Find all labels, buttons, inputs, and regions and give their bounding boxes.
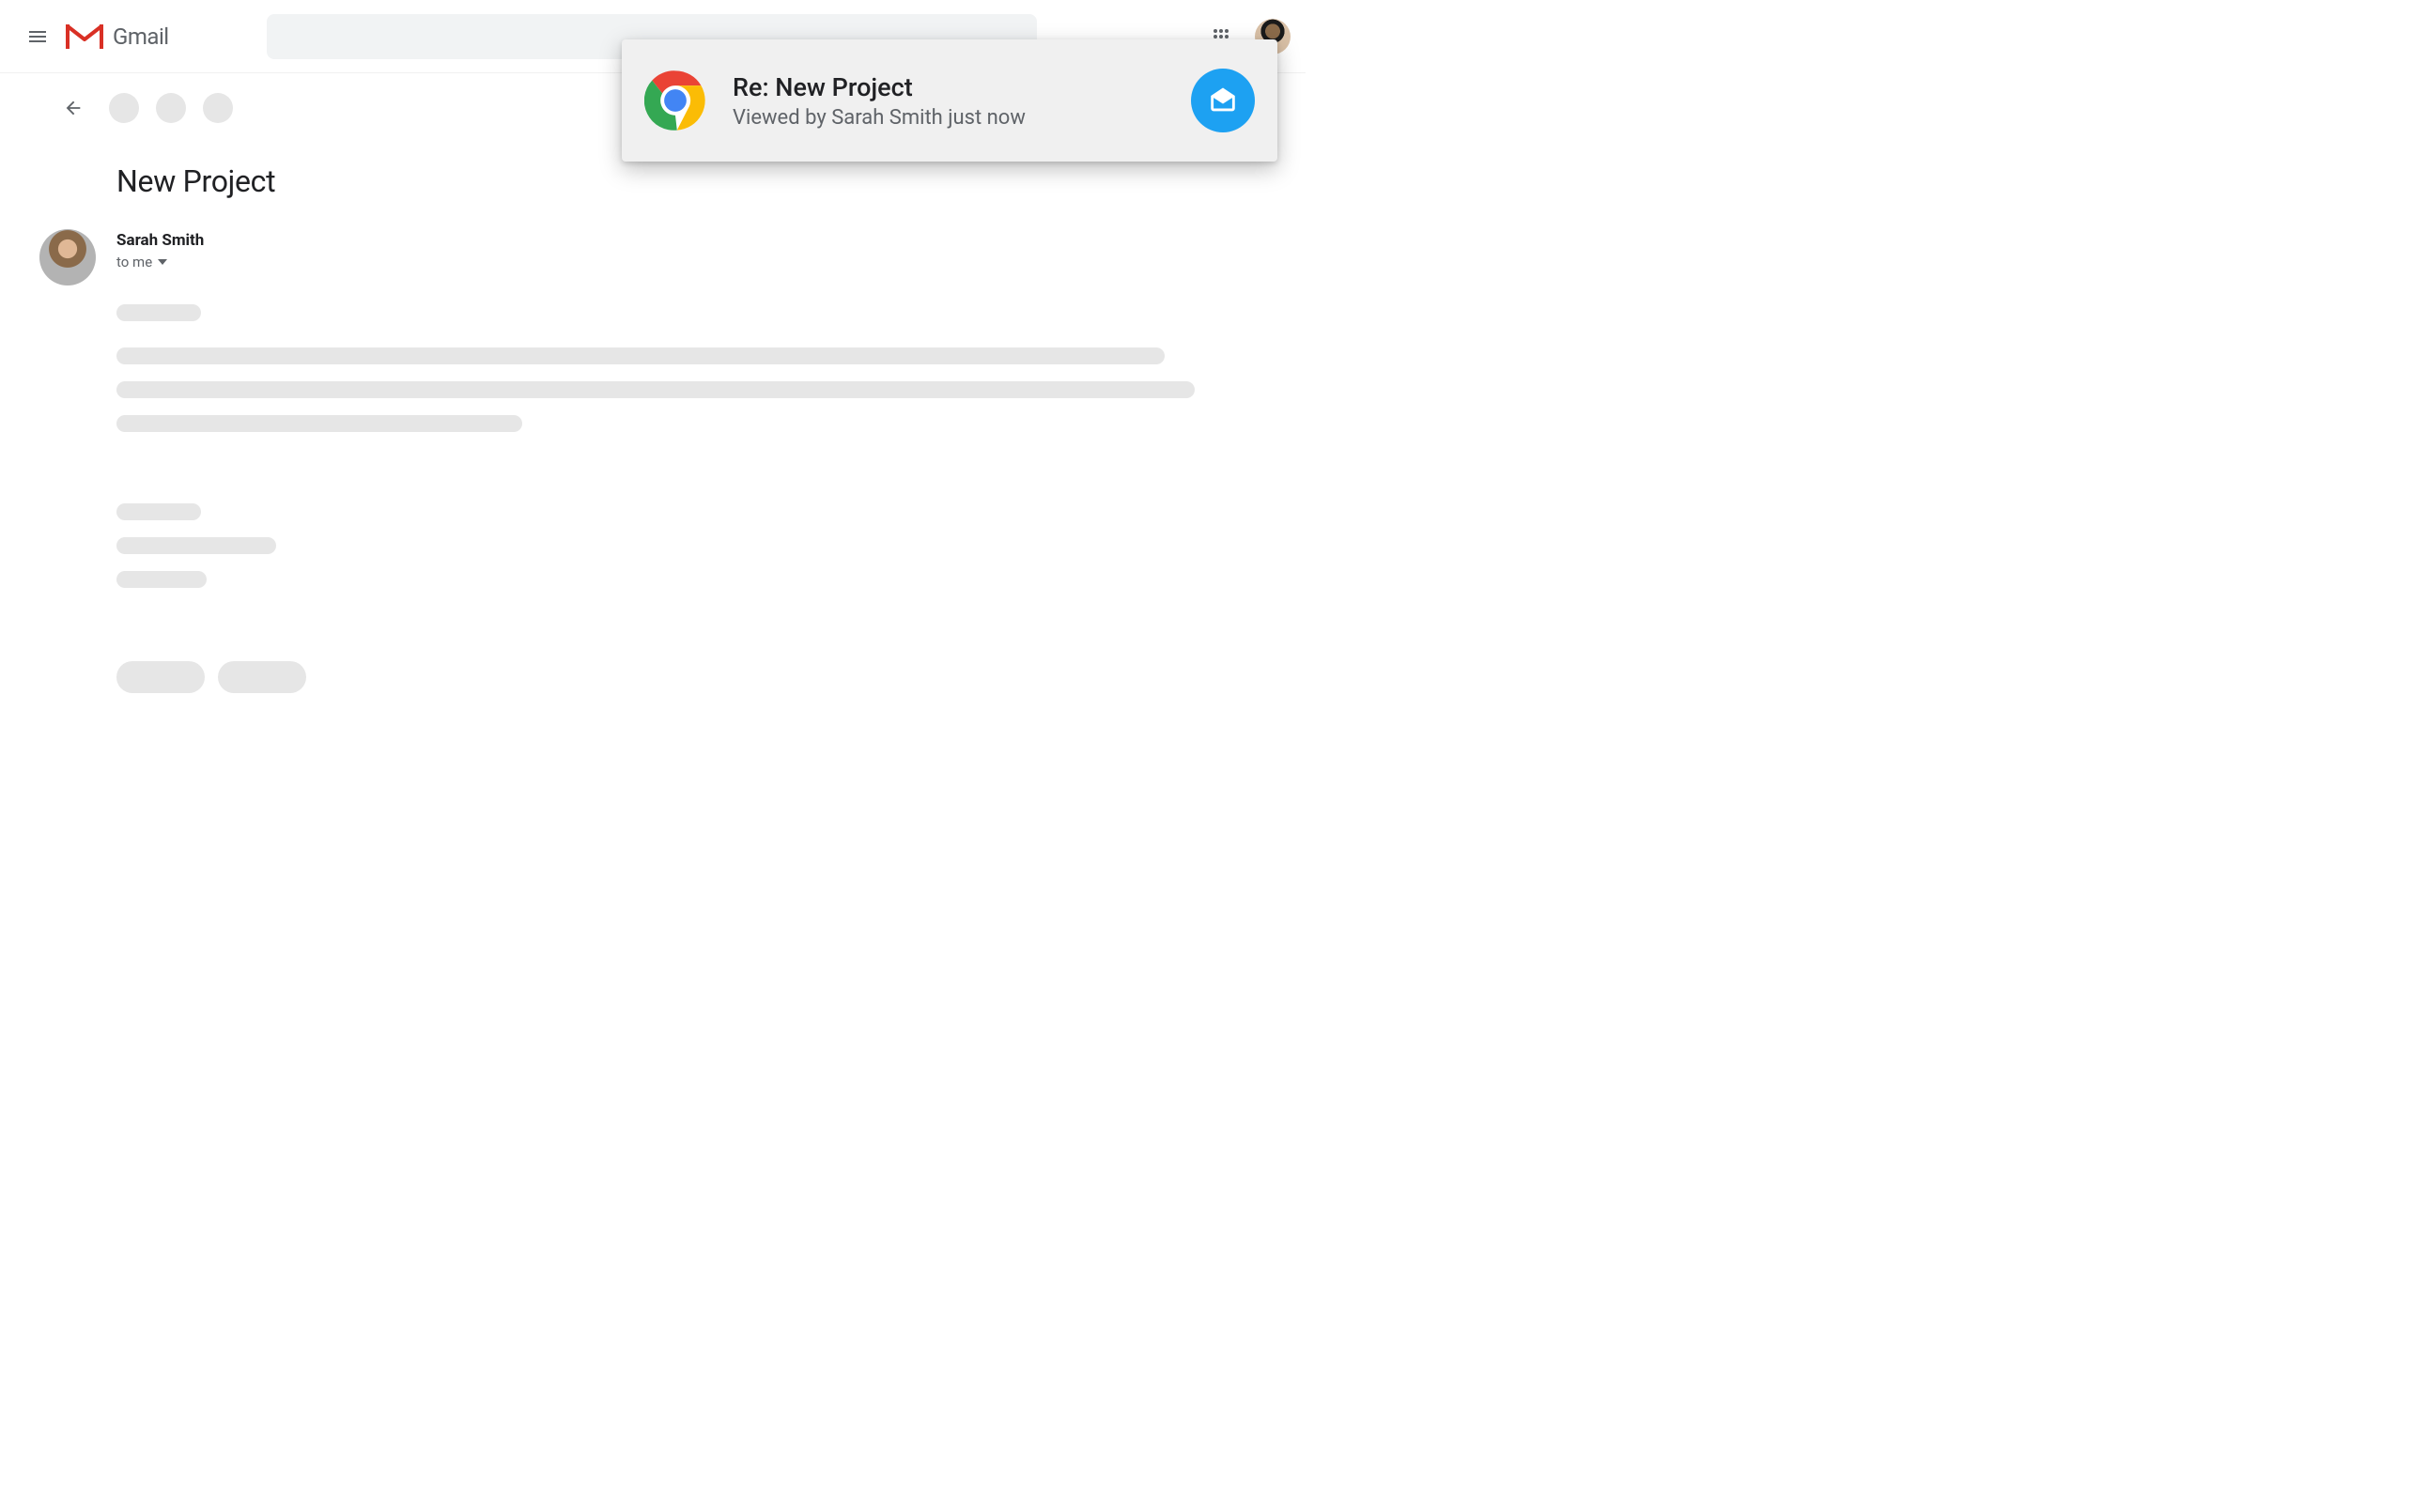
recipients-label: to me	[116, 254, 152, 270]
placeholder-line	[116, 503, 201, 520]
sender-name: Sarah Smith	[116, 231, 204, 250]
chrome-icon	[644, 69, 706, 131]
arrow-left-icon	[63, 98, 84, 118]
notification-open-button[interactable]	[1191, 69, 1255, 132]
forward-button[interactable]	[218, 661, 306, 693]
placeholder-line	[116, 347, 1165, 364]
recipients-toggle[interactable]: to me	[116, 254, 204, 270]
main-menu-button[interactable]	[15, 14, 60, 59]
toolbar-action[interactable]	[156, 93, 186, 123]
gmail-logo[interactable]: Gmail	[66, 22, 169, 52]
sender-avatar[interactable]	[39, 229, 96, 285]
toolbar-action[interactable]	[109, 93, 139, 123]
sender-row: Sarah Smith to me	[39, 229, 1306, 285]
email-subject: New Project	[116, 163, 1306, 199]
gmail-wordmark: Gmail	[113, 23, 169, 50]
notification-title: Re: New Project	[733, 72, 1165, 102]
open-mail-icon	[1207, 85, 1239, 116]
message-pane: New Project Sarah Smith to me	[0, 163, 1306, 693]
placeholder-line	[116, 304, 201, 321]
chrome-notification[interactable]: Re: New Project Viewed by Sarah Smith ju…	[622, 39, 1277, 162]
notification-subtitle: Viewed by Sarah Smith just now	[733, 106, 1165, 130]
email-body-placeholder	[116, 304, 1306, 693]
placeholder-line	[116, 415, 522, 432]
gmail-icon	[66, 22, 103, 52]
back-button[interactable]	[54, 89, 92, 127]
placeholder-line	[116, 571, 207, 588]
hamburger-icon	[26, 25, 49, 48]
toolbar-action[interactable]	[203, 93, 233, 123]
placeholder-line	[116, 381, 1195, 398]
placeholder-line	[116, 537, 276, 554]
chevron-down-icon	[158, 257, 167, 267]
reply-button[interactable]	[116, 661, 205, 693]
